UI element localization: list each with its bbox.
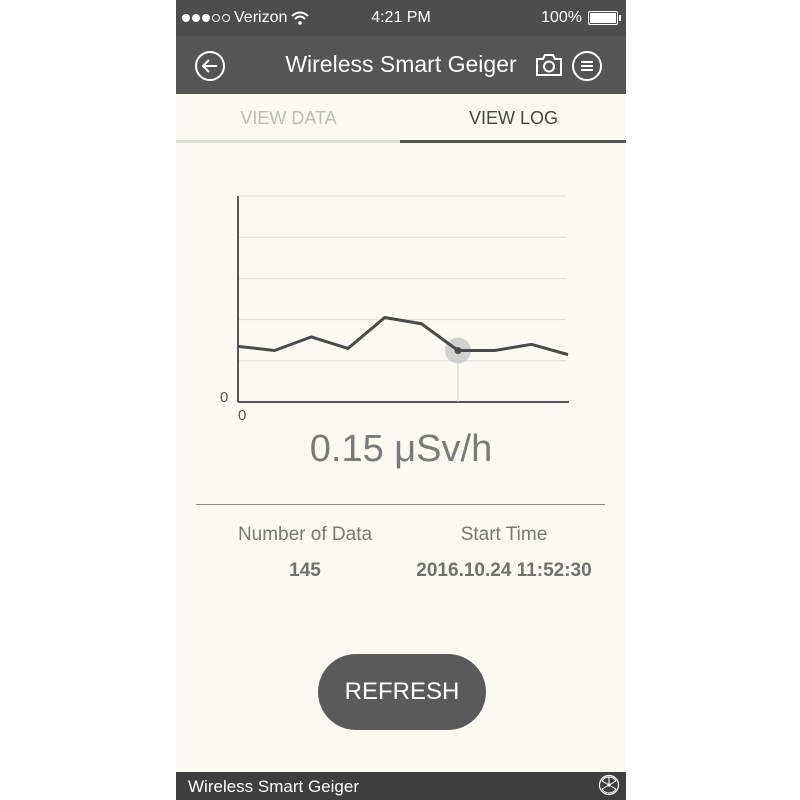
footer-title: Wireless Smart Geiger: [188, 777, 359, 796]
x-axis-tick-zero: 0: [238, 407, 246, 424]
start-time-value: 2016.10.24 11:52:30: [416, 560, 592, 581]
camera-icon[interactable]: [534, 52, 564, 78]
chart-grid: [238, 195, 566, 362]
battery-icon: [588, 11, 621, 25]
data-count-label: Number of Data: [237, 524, 373, 545]
data-point: [454, 347, 462, 354]
tab-indicator-active: [400, 140, 626, 143]
start-time-label: Start Time: [460, 524, 548, 545]
y-axis-tick-zero: 0: [220, 389, 228, 406]
tab-view-log[interactable]: VIEW LOG: [401, 94, 626, 144]
log-chart: 0 0: [220, 195, 569, 424]
series-line: [237, 316, 569, 357]
tab-view-data[interactable]: VIEW DATA: [176, 94, 401, 144]
phone-screen: Verizon 4:21 PM 100% Wireless Smart Geig…: [176, 0, 626, 800]
battery-info: 100%: [541, 9, 621, 27]
current-reading: 0.15 μSv/h: [309, 428, 493, 470]
radiation-icon: [598, 774, 620, 796]
data-count-value: 145: [289, 560, 321, 581]
navigation-bar: Wireless Smart Geiger: [176, 36, 626, 94]
status-bar: Verizon 4:21 PM 100%: [176, 0, 626, 36]
footer-bar: Wireless Smart Geiger: [176, 772, 626, 800]
divider: [196, 504, 605, 505]
refresh-button[interactable]: REFRESH: [318, 654, 486, 730]
menu-button[interactable]: [572, 51, 602, 81]
chart-marks: [237, 316, 569, 402]
battery-percent: 100%: [541, 9, 582, 26]
tab-bar: VIEW DATA VIEW LOG: [176, 94, 626, 144]
tab-indicator-inactive: [176, 140, 400, 143]
menu-icon: [581, 61, 593, 71]
